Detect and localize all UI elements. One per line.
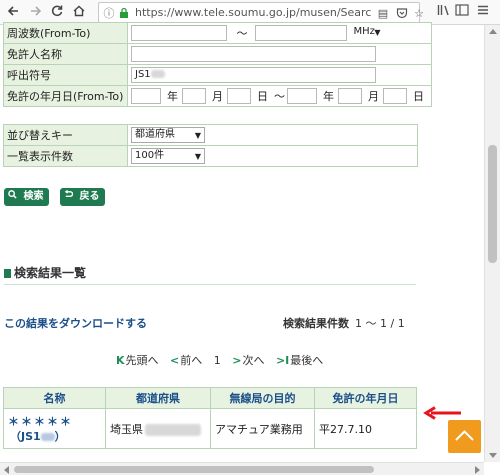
result-name-cell: ＊＊＊＊＊ （JS1） [3,408,106,449]
date-to-month-input[interactable] [338,88,362,104]
sort-row: 並び替えキー 都道府県 ▼ [3,124,418,146]
date-label: 免許の年月日(From-To) [3,85,128,107]
return-arrow-icon [64,189,76,202]
results-header-row: 名称 都道府県 無線局の目的 免許の年月日 [3,387,417,409]
redaction-blur [150,70,165,78]
date-separator: ～ [274,90,285,103]
sort-label: 並び替えキー [3,124,128,146]
search-button[interactable]: 検索 [4,188,50,206]
home-icon[interactable] [70,4,87,21]
callsign-label: 呼出符号 [3,64,128,86]
download-link[interactable]: この結果をダウンロードする [4,315,147,331]
chevron-up-icon [455,430,474,441]
display-count-row: 一覧表示件数 100件 ▼ [3,145,418,167]
callsign-row: 呼出符号 JS1 [3,64,432,86]
url-text: https://www.tele.soumu.go.jp/musen/Searc… [135,6,371,19]
freq-unit-select[interactable]: MHz ▼ [350,25,384,41]
date-from-month-input[interactable] [182,88,206,104]
chevron-right-icon: > [232,354,242,367]
display-count-label: 一覧表示件数 [3,145,128,167]
result-count: 検索結果件数 1 ～ 1 / 1 [283,317,405,330]
bookmark-star-icon[interactable]: ☆ [412,7,426,21]
pager-first[interactable]: K先頭へ [116,354,159,367]
chevron-left-icon: < [170,354,180,367]
licensee-label: 免許人名称 [3,43,128,65]
pager-next[interactable]: >次へ [232,354,264,367]
freq-label: 周波数(From-To) [3,22,128,44]
scroll-right-icon[interactable] [475,466,481,474]
back-to-top-button[interactable] [448,420,481,453]
results-table: 名称 都道府県 無線局の目的 免許の年月日 ＊＊＊＊＊ （JS1） 埼玉県 アマ… [3,387,417,449]
sidebar-icon[interactable] [455,4,469,18]
forward-arrow-icon[interactable] [27,4,44,21]
col-header-prefecture[interactable]: 都道府県 [105,387,211,409]
last-page-icon: >I [275,354,290,367]
reload-icon[interactable] [48,4,65,21]
month-label: 月 [212,90,223,103]
date-to-year-input[interactable] [287,88,317,104]
month-label: 月 [368,90,379,103]
reader-view-icon[interactable]: ▤ [376,7,390,21]
pocket-icon[interactable] [395,7,409,21]
freq-value-cell: ～ MHz ▼ [127,22,432,44]
day-label: 日 [413,90,424,103]
result-purpose-cell: アマチュア業務用 [210,408,315,449]
licensee-row: 免許人名称 [3,43,432,65]
scroll-up-icon[interactable] [489,28,497,34]
year-label: 年 [323,90,334,103]
pagination: K先頭へ <前へ 1 >次へ >I最後へ [116,352,331,368]
callsign-input[interactable]: JS1 [131,67,376,83]
chevron-down-icon: ▼ [374,28,381,37]
results-section-title: 検索結果一覧 [4,264,86,281]
sort-select[interactable]: 都道府県 ▼ [131,127,205,143]
day-label: 日 [257,90,268,103]
annotation-arrow-icon [423,406,461,420]
options-table: 並び替えキー 都道府県 ▼ 一覧表示件数 100件 ▼ [3,124,418,167]
date-to-day-input[interactable] [383,88,407,104]
col-header-purpose[interactable]: 無線局の目的 [210,387,315,409]
display-count-select[interactable]: 100件 ▼ [131,148,205,164]
back-arrow-icon[interactable] [4,4,21,21]
section-divider [4,284,416,285]
url-bar[interactable]: ⓘ https://www.tele.soumu.go.jp/musen/Sea… [98,2,424,23]
freq-to-input[interactable] [255,25,347,41]
pager-last[interactable]: >I最後へ [276,354,323,367]
date-from-day-input[interactable] [227,88,251,104]
menu-icon[interactable] [476,4,490,18]
result-prefecture-cell: 埼玉県 [105,408,211,449]
redaction-blur [145,423,201,436]
col-header-name[interactable]: 名称 [3,387,106,409]
freq-separator: ～ [236,27,248,40]
year-label: 年 [167,90,178,103]
back-button[interactable]: 戻る [60,188,106,206]
first-page-icon: K [116,354,125,367]
chevron-down-icon: ▼ [194,131,201,140]
horizontal-scrollbar[interactable] [0,462,484,475]
search-icon [8,190,20,202]
scroll-down-icon[interactable] [489,453,497,459]
table-row: ＊＊＊＊＊ （JS1） 埼玉県 アマチュア業務用 平27.7.10 [3,408,417,449]
vertical-scrollbar[interactable] [484,25,500,462]
redaction-blur [40,432,55,441]
result-name-link[interactable]: ＊＊＊＊＊ （JS1） [8,414,101,444]
section-marker-icon [4,269,11,278]
search-form-table: 周波数(From-To) ～ MHz ▼ 免許人名称 呼出符号 JS1 免許の年月… [3,22,432,107]
date-row: 免許の年月日(From-To) 年 月 日 ～ 年 月 日 [3,85,432,107]
lock-icon[interactable] [117,7,131,21]
freq-from-input[interactable] [131,25,227,41]
result-date-cell: 平27.7.10 [314,408,417,449]
col-header-license-date[interactable]: 免許の年月日 [314,387,417,409]
vertical-scroll-thumb[interactable] [488,145,497,263]
licensee-input[interactable] [131,46,376,62]
horizontal-scroll-thumb[interactable] [14,466,374,473]
pager-prev[interactable]: <前へ [170,354,202,367]
freq-row: 周波数(From-To) ～ MHz ▼ [3,22,432,44]
pager-current-page: 1 [213,354,221,367]
library-icon[interactable] [437,4,451,18]
scroll-left-icon[interactable] [3,466,9,474]
date-from-year-input[interactable] [131,88,161,104]
info-icon[interactable]: ⓘ [102,7,116,21]
chevron-down-icon: ▼ [194,152,201,161]
